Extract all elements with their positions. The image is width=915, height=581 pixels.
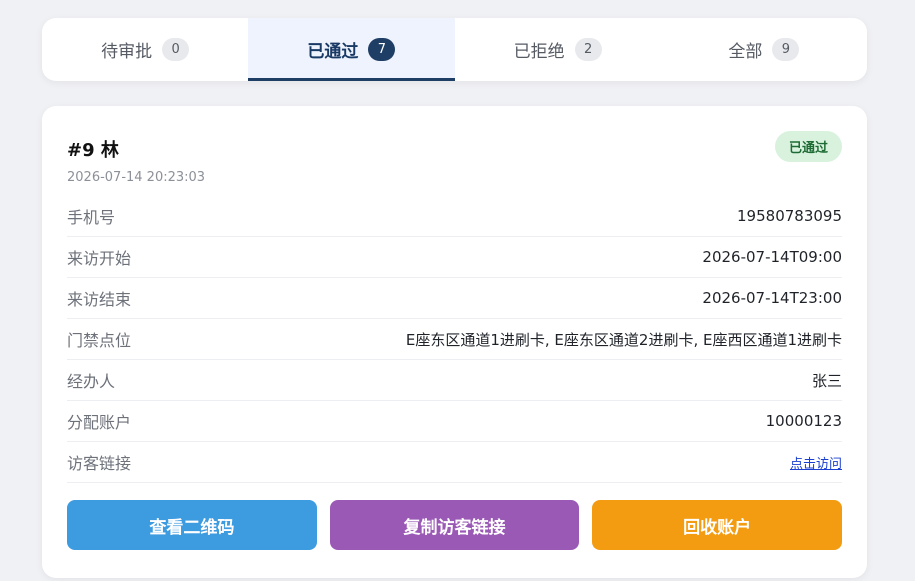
field-row-handler: 经办人 张三 (67, 360, 842, 401)
tab-pending[interactable]: 待审批 0 (42, 18, 248, 81)
field-label: 门禁点位 (67, 331, 132, 350)
field-row-visit-end: 来访结束 2026-07-14T23:00 (67, 278, 842, 319)
action-bar: 查看二维码 复制访客链接 回收账户 (67, 500, 843, 550)
field-label: 访客链接 (67, 454, 132, 473)
detail-list: 手机号 19580783095 来访开始 2026-07-14T09:00 来访… (67, 196, 842, 483)
field-row-phone: 手机号 19580783095 (67, 196, 842, 237)
visitor-record-card: #9 林 2026-07-14 20:23:03 已通过 手机号 1958078… (42, 106, 867, 578)
field-row-visit-start: 来访开始 2026-07-14T09:00 (67, 237, 842, 278)
tab-label: 已拒绝 (513, 42, 565, 62)
tab-approved[interactable]: 已通过 7 (248, 18, 455, 81)
field-row-account: 分配账户 10000123 (67, 401, 842, 442)
tab-count-badge: 0 (162, 38, 190, 61)
record-timestamp: 2026-07-14 20:23:03 (67, 170, 206, 185)
tab-count-badge: 9 (772, 38, 800, 61)
tab-rejected[interactable]: 已拒绝 2 (455, 18, 661, 81)
field-label: 来访结束 (67, 290, 132, 309)
visitor-link[interactable]: 点击访问 (790, 453, 842, 472)
reclaim-account-button[interactable]: 回收账户 (592, 500, 843, 550)
field-value: 10000123 (765, 412, 842, 430)
tab-count-badge: 2 (574, 38, 602, 61)
card-header: #9 林 2026-07-14 20:23:03 已通过 (67, 106, 842, 196)
field-value: 2026-07-14T09:00 (702, 248, 842, 266)
status-badge: 已通过 (774, 131, 842, 162)
field-value: 张三 (811, 371, 842, 390)
tab-all[interactable]: 全部 9 (661, 18, 867, 81)
field-label: 分配账户 (67, 413, 132, 432)
tab-label: 已通过 (307, 42, 359, 62)
tab-count-badge: 7 (368, 38, 396, 61)
view-qrcode-button[interactable]: 查看二维码 (67, 500, 317, 550)
record-title: #9 林 (67, 140, 119, 161)
field-value: E座东区通道1进刷卡, E座东区通道2进刷卡, E座西区通道1进刷卡 (405, 330, 842, 349)
field-label: 经办人 (67, 372, 116, 391)
field-label: 手机号 (67, 208, 116, 227)
field-row-access-points: 门禁点位 E座东区通道1进刷卡, E座东区通道2进刷卡, E座西区通道1进刷卡 (67, 319, 842, 360)
tab-label: 待审批 (101, 42, 153, 62)
field-label: 来访开始 (67, 249, 132, 268)
field-value: 2026-07-14T23:00 (702, 289, 842, 307)
status-tabs: 待审批 0 已通过 7 已拒绝 2 全部 9 (42, 18, 867, 81)
copy-link-button[interactable]: 复制访客链接 (329, 500, 580, 550)
field-value: 19580783095 (737, 207, 842, 225)
tab-label: 全部 (728, 42, 763, 62)
field-row-visitor-link: 访客链接 点击访问 (67, 442, 842, 483)
